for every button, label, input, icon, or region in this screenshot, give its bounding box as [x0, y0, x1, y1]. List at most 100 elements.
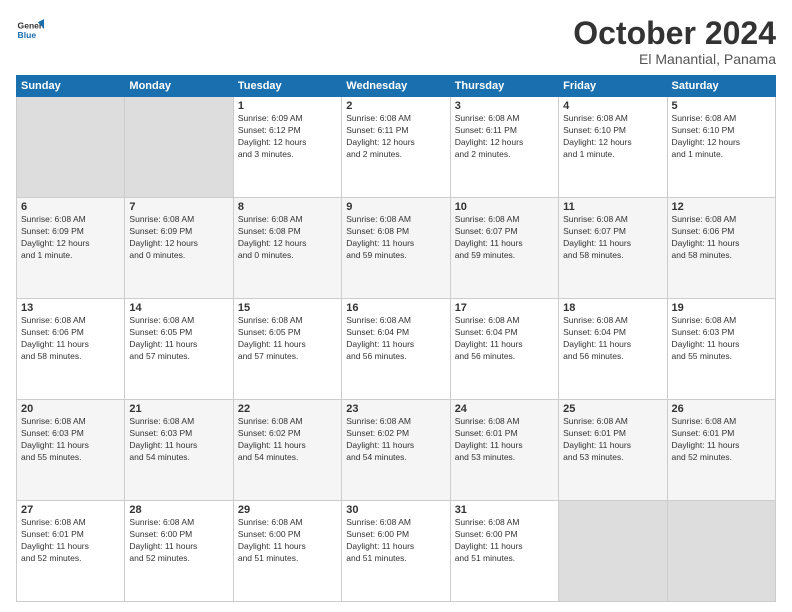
header: General Blue October 2024 El Manantial, … [16, 16, 776, 67]
calendar-day-cell: 2Sunrise: 6:08 AM Sunset: 6:11 PM Daylig… [342, 97, 450, 198]
calendar-day-cell: 26Sunrise: 6:08 AM Sunset: 6:01 PM Dayli… [667, 400, 775, 501]
day-info: Sunrise: 6:08 AM Sunset: 6:04 PM Dayligh… [346, 315, 445, 363]
day-info: Sunrise: 6:08 AM Sunset: 6:01 PM Dayligh… [21, 517, 120, 565]
calendar-day-cell: 8Sunrise: 6:08 AM Sunset: 6:08 PM Daylig… [233, 198, 341, 299]
calendar-day-cell: 10Sunrise: 6:08 AM Sunset: 6:07 PM Dayli… [450, 198, 558, 299]
calendar-day-cell: 9Sunrise: 6:08 AM Sunset: 6:08 PM Daylig… [342, 198, 450, 299]
day-number: 22 [238, 403, 337, 415]
header-wednesday: Wednesday [342, 76, 450, 97]
day-info: Sunrise: 6:08 AM Sunset: 6:04 PM Dayligh… [563, 315, 662, 363]
calendar-day-cell: 31Sunrise: 6:08 AM Sunset: 6:00 PM Dayli… [450, 501, 558, 602]
header-monday: Monday [125, 76, 233, 97]
calendar-week-3: 13Sunrise: 6:08 AM Sunset: 6:06 PM Dayli… [17, 299, 776, 400]
header-tuesday: Tuesday [233, 76, 341, 97]
header-friday: Friday [559, 76, 667, 97]
day-info: Sunrise: 6:08 AM Sunset: 6:01 PM Dayligh… [672, 416, 771, 464]
day-number: 30 [346, 504, 445, 516]
calendar-week-1: 1Sunrise: 6:09 AM Sunset: 6:12 PM Daylig… [17, 97, 776, 198]
calendar-week-5: 27Sunrise: 6:08 AM Sunset: 6:01 PM Dayli… [17, 501, 776, 602]
title-block: October 2024 El Manantial, Panama [573, 16, 776, 67]
day-number: 9 [346, 201, 445, 213]
day-info: Sunrise: 6:08 AM Sunset: 6:03 PM Dayligh… [129, 416, 228, 464]
calendar-day-cell: 7Sunrise: 6:08 AM Sunset: 6:09 PM Daylig… [125, 198, 233, 299]
calendar-day-cell: 12Sunrise: 6:08 AM Sunset: 6:06 PM Dayli… [667, 198, 775, 299]
calendar-day-cell: 28Sunrise: 6:08 AM Sunset: 6:00 PM Dayli… [125, 501, 233, 602]
calendar-week-2: 6Sunrise: 6:08 AM Sunset: 6:09 PM Daylig… [17, 198, 776, 299]
calendar-day-cell: 25Sunrise: 6:08 AM Sunset: 6:01 PM Dayli… [559, 400, 667, 501]
logo-icon: General Blue [16, 16, 44, 44]
day-info: Sunrise: 6:08 AM Sunset: 6:02 PM Dayligh… [238, 416, 337, 464]
header-sunday: Sunday [17, 76, 125, 97]
day-info: Sunrise: 6:08 AM Sunset: 6:10 PM Dayligh… [563, 113, 662, 161]
day-info: Sunrise: 6:08 AM Sunset: 6:05 PM Dayligh… [238, 315, 337, 363]
month-title: October 2024 [573, 16, 776, 51]
calendar-day-cell: 5Sunrise: 6:08 AM Sunset: 6:10 PM Daylig… [667, 97, 775, 198]
calendar-day-cell [17, 97, 125, 198]
header-thursday: Thursday [450, 76, 558, 97]
calendar-day-cell: 13Sunrise: 6:08 AM Sunset: 6:06 PM Dayli… [17, 299, 125, 400]
calendar-day-cell: 16Sunrise: 6:08 AM Sunset: 6:04 PM Dayli… [342, 299, 450, 400]
day-info: Sunrise: 6:08 AM Sunset: 6:06 PM Dayligh… [21, 315, 120, 363]
day-number: 31 [455, 504, 554, 516]
day-number: 12 [672, 201, 771, 213]
calendar-header-row: Sunday Monday Tuesday Wednesday Thursday… [17, 76, 776, 97]
calendar-day-cell: 19Sunrise: 6:08 AM Sunset: 6:03 PM Dayli… [667, 299, 775, 400]
day-number: 21 [129, 403, 228, 415]
calendar-day-cell: 20Sunrise: 6:08 AM Sunset: 6:03 PM Dayli… [17, 400, 125, 501]
day-info: Sunrise: 6:08 AM Sunset: 6:06 PM Dayligh… [672, 214, 771, 262]
day-info: Sunrise: 6:08 AM Sunset: 6:09 PM Dayligh… [21, 214, 120, 262]
day-number: 6 [21, 201, 120, 213]
calendar-day-cell: 30Sunrise: 6:08 AM Sunset: 6:00 PM Dayli… [342, 501, 450, 602]
day-number: 18 [563, 302, 662, 314]
calendar-day-cell: 27Sunrise: 6:08 AM Sunset: 6:01 PM Dayli… [17, 501, 125, 602]
day-number: 13 [21, 302, 120, 314]
day-number: 4 [563, 100, 662, 112]
day-number: 1 [238, 100, 337, 112]
calendar-day-cell: 18Sunrise: 6:08 AM Sunset: 6:04 PM Dayli… [559, 299, 667, 400]
calendar-day-cell: 29Sunrise: 6:08 AM Sunset: 6:00 PM Dayli… [233, 501, 341, 602]
day-info: Sunrise: 6:08 AM Sunset: 6:11 PM Dayligh… [455, 113, 554, 161]
day-info: Sunrise: 6:08 AM Sunset: 6:00 PM Dayligh… [129, 517, 228, 565]
day-number: 2 [346, 100, 445, 112]
day-info: Sunrise: 6:08 AM Sunset: 6:08 PM Dayligh… [346, 214, 445, 262]
day-info: Sunrise: 6:08 AM Sunset: 6:05 PM Dayligh… [129, 315, 228, 363]
calendar-day-cell: 21Sunrise: 6:08 AM Sunset: 6:03 PM Dayli… [125, 400, 233, 501]
day-number: 27 [21, 504, 120, 516]
day-info: Sunrise: 6:08 AM Sunset: 6:02 PM Dayligh… [346, 416, 445, 464]
day-number: 10 [455, 201, 554, 213]
location: El Manantial, Panama [573, 51, 776, 67]
calendar-day-cell [559, 501, 667, 602]
day-info: Sunrise: 6:08 AM Sunset: 6:00 PM Dayligh… [238, 517, 337, 565]
day-number: 16 [346, 302, 445, 314]
day-info: Sunrise: 6:08 AM Sunset: 6:08 PM Dayligh… [238, 214, 337, 262]
day-info: Sunrise: 6:08 AM Sunset: 6:01 PM Dayligh… [563, 416, 662, 464]
day-info: Sunrise: 6:08 AM Sunset: 6:09 PM Dayligh… [129, 214, 228, 262]
day-number: 5 [672, 100, 771, 112]
day-info: Sunrise: 6:08 AM Sunset: 6:03 PM Dayligh… [21, 416, 120, 464]
day-info: Sunrise: 6:08 AM Sunset: 6:01 PM Dayligh… [455, 416, 554, 464]
day-number: 29 [238, 504, 337, 516]
day-number: 7 [129, 201, 228, 213]
calendar-day-cell [667, 501, 775, 602]
calendar-day-cell [125, 97, 233, 198]
day-number: 8 [238, 201, 337, 213]
day-info: Sunrise: 6:08 AM Sunset: 6:11 PM Dayligh… [346, 113, 445, 161]
calendar-day-cell: 23Sunrise: 6:08 AM Sunset: 6:02 PM Dayli… [342, 400, 450, 501]
calendar-day-cell: 22Sunrise: 6:08 AM Sunset: 6:02 PM Dayli… [233, 400, 341, 501]
calendar-day-cell: 17Sunrise: 6:08 AM Sunset: 6:04 PM Dayli… [450, 299, 558, 400]
day-info: Sunrise: 6:08 AM Sunset: 6:10 PM Dayligh… [672, 113, 771, 161]
calendar-day-cell: 1Sunrise: 6:09 AM Sunset: 6:12 PM Daylig… [233, 97, 341, 198]
calendar-day-cell: 3Sunrise: 6:08 AM Sunset: 6:11 PM Daylig… [450, 97, 558, 198]
day-number: 28 [129, 504, 228, 516]
day-info: Sunrise: 6:09 AM Sunset: 6:12 PM Dayligh… [238, 113, 337, 161]
calendar-day-cell: 15Sunrise: 6:08 AM Sunset: 6:05 PM Dayli… [233, 299, 341, 400]
header-saturday: Saturday [667, 76, 775, 97]
day-number: 19 [672, 302, 771, 314]
calendar-week-4: 20Sunrise: 6:08 AM Sunset: 6:03 PM Dayli… [17, 400, 776, 501]
day-info: Sunrise: 6:08 AM Sunset: 6:07 PM Dayligh… [455, 214, 554, 262]
calendar-day-cell: 14Sunrise: 6:08 AM Sunset: 6:05 PM Dayli… [125, 299, 233, 400]
calendar-day-cell: 11Sunrise: 6:08 AM Sunset: 6:07 PM Dayli… [559, 198, 667, 299]
day-number: 14 [129, 302, 228, 314]
day-number: 25 [563, 403, 662, 415]
day-info: Sunrise: 6:08 AM Sunset: 6:07 PM Dayligh… [563, 214, 662, 262]
